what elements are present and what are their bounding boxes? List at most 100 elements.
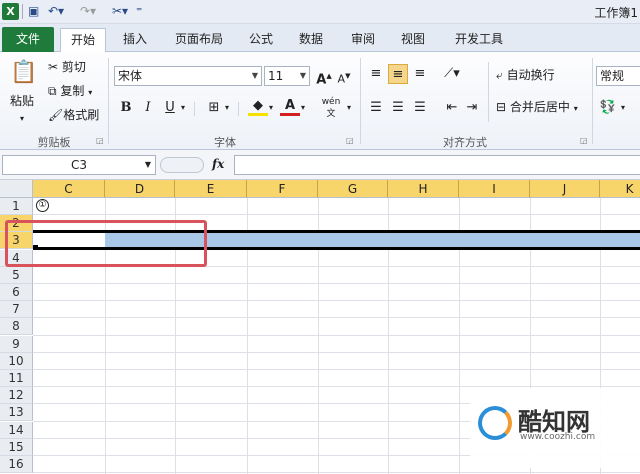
row-header-14[interactable]: 14 bbox=[0, 421, 33, 439]
cut-button[interactable]: ✂ 剪切 bbox=[48, 58, 86, 78]
row-header-9[interactable]: 9 bbox=[0, 335, 33, 353]
redo-icon[interactable]: ↷▾ bbox=[80, 3, 96, 20]
tab-formulas[interactable]: 公式 bbox=[240, 28, 282, 52]
column-header-j[interactable]: J bbox=[530, 180, 600, 198]
merge-center-button[interactable]: ⊟ 合并后居中 ▾ bbox=[496, 98, 578, 118]
tab-home[interactable]: 开始 bbox=[60, 28, 106, 53]
fill-color-icon[interactable]: ◆ bbox=[248, 96, 268, 116]
grow-font-button[interactable]: A▲ bbox=[314, 66, 334, 88]
underline-dropdown-icon[interactable]: ▾ bbox=[178, 98, 188, 118]
paste-icon[interactable]: 📋 bbox=[10, 58, 37, 88]
font-launcher-icon[interactable]: ◲ bbox=[346, 136, 354, 145]
row-header-13[interactable]: 13 bbox=[0, 404, 33, 422]
row-header-6[interactable]: 6 bbox=[0, 284, 33, 301]
divider bbox=[194, 102, 195, 116]
formula-input[interactable] bbox=[234, 155, 640, 175]
row-header-16[interactable]: 16 bbox=[0, 456, 33, 473]
coozhi-logo-icon bbox=[478, 406, 512, 440]
window-title: 工作簿1 bbox=[594, 6, 638, 20]
row-header-10[interactable]: 10 bbox=[0, 352, 33, 370]
tab-view[interactable]: 视图 bbox=[392, 28, 434, 52]
column-header-g[interactable]: G bbox=[318, 180, 388, 198]
gridline-horizontal bbox=[33, 472, 640, 474]
name-box[interactable]: C3 ▼ bbox=[2, 155, 156, 175]
alignment-launcher-icon[interactable]: ◲ bbox=[580, 136, 588, 145]
bold-button[interactable]: B bbox=[116, 98, 136, 118]
tab-page-layout[interactable]: 页面布局 bbox=[166, 28, 232, 52]
paste-dropdown-icon[interactable]: ▾ bbox=[20, 110, 24, 130]
row-header-1[interactable]: 1 bbox=[0, 198, 33, 215]
text-orientation-icon[interactable]: ⟋▾ bbox=[442, 64, 462, 84]
formula-bar-splitter[interactable] bbox=[160, 157, 204, 173]
borders-dropdown-icon[interactable]: ▾ bbox=[222, 98, 232, 118]
column-header-i[interactable]: I bbox=[459, 180, 530, 198]
decrease-indent-icon[interactable]: ⇤ bbox=[442, 98, 462, 118]
align-middle-icon[interactable]: ≡ bbox=[388, 64, 408, 84]
font-name-select[interactable]: 宋体 ▼ bbox=[114, 66, 262, 86]
row-header-15[interactable]: 15 bbox=[0, 438, 33, 456]
paste-button[interactable]: 粘贴 bbox=[10, 92, 34, 112]
ribbon-tabs: 文件 开始 插入 页面布局 公式 数据 审阅 视图 开发工具 bbox=[0, 24, 640, 53]
column-header-f[interactable]: F bbox=[247, 180, 318, 198]
ribbon-home: 📋 粘贴 ▾ ✂ 剪切 ⧉ 复制 ▾ 🖌格式刷 剪贴板 ◲ 宋体 ▼ 11 ▼ A▲… bbox=[0, 52, 640, 150]
shrink-font-icon: A bbox=[337, 72, 346, 86]
cut-icon: ✂ bbox=[48, 60, 59, 74]
column-header-k[interactable]: K bbox=[600, 180, 640, 198]
tools-icon[interactable]: ✂▾ bbox=[112, 3, 128, 20]
phonetic-dropdown-icon[interactable]: ▾ bbox=[344, 98, 354, 118]
underline-button[interactable]: U bbox=[160, 98, 180, 118]
insert-function-button[interactable]: fx bbox=[212, 157, 224, 171]
font-color-dropdown-icon[interactable]: ▾ bbox=[298, 98, 308, 118]
borders-icon[interactable]: ⊞ bbox=[204, 98, 224, 118]
customize-qat-icon[interactable]: ⁼ bbox=[136, 3, 142, 20]
row-header-8[interactable]: 8 bbox=[0, 318, 33, 336]
format-painter-button[interactable]: 🖌格式刷 bbox=[48, 106, 99, 126]
gridline-horizontal bbox=[33, 300, 640, 302]
currency-icon[interactable]: 💱 bbox=[598, 98, 618, 118]
column-header-c[interactable]: C bbox=[33, 180, 105, 198]
cut-label: 剪切 bbox=[61, 60, 86, 74]
quick-access-toolbar: X ▣ ↶▾ ↷▾ ✂▾ ⁼ 工作簿1 bbox=[0, 0, 640, 24]
tab-insert[interactable]: 插入 bbox=[114, 28, 156, 52]
row-header-11[interactable]: 11 bbox=[0, 370, 33, 387]
select-all-corner[interactable] bbox=[0, 180, 33, 198]
row-header-7[interactable]: 7 bbox=[0, 301, 33, 319]
group-label-alignment: 对齐方式 bbox=[443, 136, 487, 149]
column-header-e[interactable]: E bbox=[175, 180, 247, 198]
clipboard-launcher-icon[interactable]: ◲ bbox=[96, 136, 104, 145]
currency-dropdown-icon[interactable]: ▾ bbox=[618, 98, 628, 118]
font-size-select[interactable]: 11 ▼ bbox=[264, 66, 310, 86]
phonetic-button[interactable]: wén 文 bbox=[318, 96, 344, 119]
tab-data[interactable]: 数据 bbox=[290, 28, 332, 52]
save-icon[interactable]: ▣ bbox=[28, 3, 39, 20]
excel-logo-icon: X bbox=[2, 3, 19, 20]
align-bottom-icon[interactable]: ≡ bbox=[410, 64, 430, 84]
row-header-12[interactable]: 12 bbox=[0, 387, 33, 405]
tab-file[interactable]: 文件 bbox=[2, 27, 54, 52]
fill-color-dropdown-icon[interactable]: ▾ bbox=[266, 98, 276, 118]
tab-review[interactable]: 审阅 bbox=[342, 28, 384, 52]
divider bbox=[108, 58, 109, 144]
number-format-select[interactable]: 常规 bbox=[596, 66, 640, 86]
column-header-d[interactable]: D bbox=[105, 180, 175, 198]
column-header-h[interactable]: H bbox=[388, 180, 459, 198]
wrap-text-button[interactable]: ⤶ 自动换行 bbox=[496, 66, 555, 86]
italic-button[interactable]: I bbox=[138, 98, 158, 118]
name-box-dropdown-icon[interactable]: ▼ bbox=[145, 156, 151, 174]
divider bbox=[488, 62, 489, 122]
increase-indent-icon[interactable]: ⇥ bbox=[462, 98, 482, 118]
shrink-font-button[interactable]: A▼ bbox=[334, 66, 354, 86]
align-right-icon[interactable]: ☰ bbox=[410, 98, 430, 118]
font-color-button[interactable]: A bbox=[280, 96, 300, 116]
align-top-icon[interactable]: ≡ bbox=[366, 64, 386, 84]
undo-icon[interactable]: ↶▾ bbox=[48, 3, 64, 20]
tab-developer[interactable]: 开发工具 bbox=[446, 28, 512, 52]
row-header-5[interactable]: 5 bbox=[0, 266, 33, 284]
copy-button[interactable]: ⧉ 复制 ▾ bbox=[48, 82, 92, 102]
grow-font-icon: A bbox=[316, 72, 327, 88]
align-left-icon[interactable]: ☰ bbox=[366, 98, 386, 118]
align-center-icon[interactable]: ☰ bbox=[388, 98, 408, 118]
watermark: 酷知网 www.coozhi.com bbox=[470, 388, 640, 468]
wrap-text-label: 自动换行 bbox=[506, 68, 555, 82]
copy-label: 复制 bbox=[60, 84, 85, 98]
